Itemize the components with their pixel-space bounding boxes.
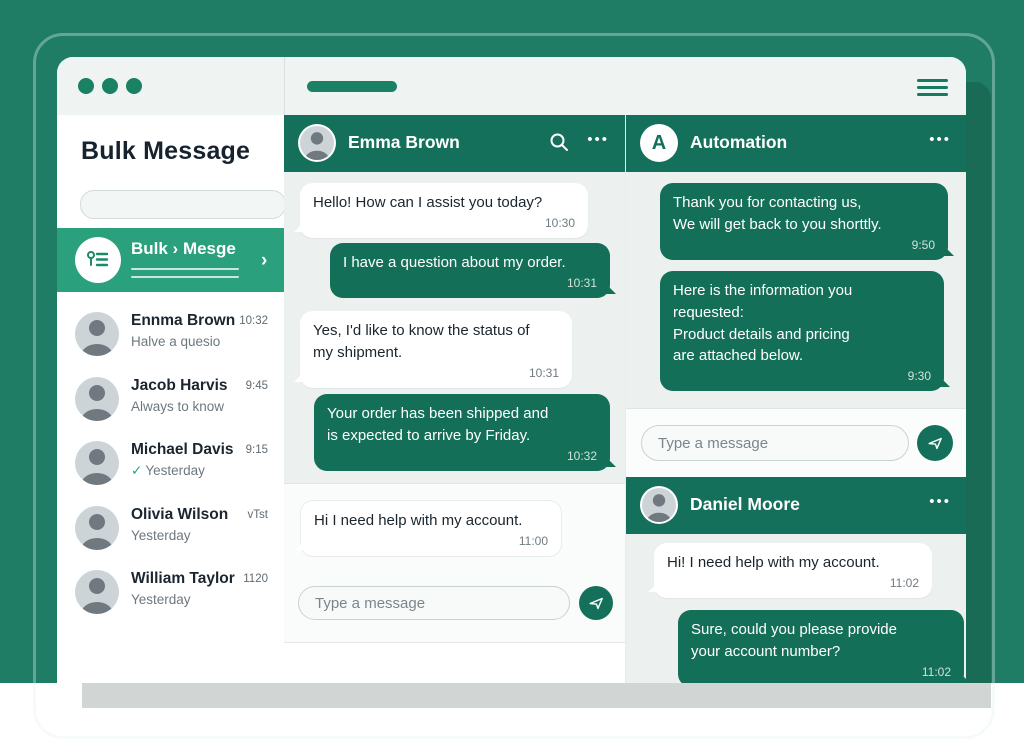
message-area-emma-extra: Hi I need help with my account. 11:00	[284, 483, 625, 643]
contact-preview: ✓Yesterday	[131, 463, 205, 479]
contact-row-jacob[interactable]: Jacob Harvis 9:45 Always to know	[57, 368, 284, 433]
message-text: Here is the information you requested: P…	[673, 282, 852, 364]
search-icon[interactable]	[549, 132, 569, 157]
hamburger-menu-icon[interactable]	[917, 79, 948, 100]
chat-menu-icon[interactable]: •••	[587, 131, 609, 148]
chat-title: Daniel Moore	[690, 494, 800, 515]
message-bubble: Thank you for contacting us, We will get…	[660, 183, 948, 260]
message-bubble: I have a question about my order. 10:31	[330, 243, 610, 298]
message-bubble: Here is the information you requested: P…	[660, 271, 944, 391]
message-bubble: Yes, I'd like to know the status of my s…	[300, 311, 572, 388]
avatar	[75, 570, 119, 614]
message-time: 10:32	[327, 448, 597, 465]
contact-row-william[interactable]: William Taylor 1120 Yesterday	[57, 561, 284, 626]
contact-time: 9:45	[246, 380, 268, 392]
message-text: Hi I need help with my account.	[314, 512, 522, 529]
right-panel: A Automation ••• Thank you for contactin…	[625, 115, 966, 683]
contact-preview: Always to know	[131, 399, 224, 414]
desktop-background: Bulk Message Bulk › Mesge ›	[0, 0, 1024, 683]
address-pill	[307, 81, 397, 92]
chat-menu-icon[interactable]: •••	[929, 493, 951, 510]
message-text: Thank you for contacting us, We will get…	[673, 194, 882, 233]
banner-underline	[131, 268, 239, 270]
message-text: Hi! I need help with my account.	[667, 554, 880, 571]
message-text: Your order has been shipped and is expec…	[327, 405, 548, 444]
bulk-banner-label: Bulk › Mesge	[131, 239, 236, 259]
sidebar: Bulk Message Bulk › Mesge ›	[57, 115, 285, 683]
browser-topbar	[57, 57, 966, 116]
message-input-emma[interactable]	[298, 586, 570, 620]
message-text: Sure, could you please provide your acco…	[691, 621, 897, 660]
chat-panel-emma: Emma Brown ••• Hello! How can I assist y…	[284, 115, 625, 683]
banner-underline	[131, 276, 239, 278]
contact-row-michael[interactable]: Michael Davis 9:15 ✓Yesterday	[57, 432, 284, 497]
message-area-daniel: Hi! I need help with my account. 11:02 Su…	[626, 534, 966, 683]
app-window: Bulk Message Bulk › Mesge ›	[57, 57, 966, 683]
bulk-key-icon	[75, 237, 121, 283]
window-dot-icon[interactable]	[78, 78, 94, 94]
message-bubble: Hi! I need help with my account. 11:02	[654, 543, 932, 598]
message-time: 9:50	[673, 237, 935, 254]
automation-avatar-letter: A	[652, 132, 666, 155]
message-text: Yes, I'd like to know the status of my s…	[313, 322, 530, 361]
chat-menu-icon[interactable]: •••	[929, 131, 951, 148]
message-time: 9:30	[673, 368, 931, 385]
contact-row-olivia[interactable]: Olivia Wilson vTst Yesterday	[57, 497, 284, 562]
contact-preview: Yesterday	[131, 592, 191, 607]
topbar-divider	[284, 57, 285, 115]
chat-header-emma: Emma Brown •••	[284, 115, 625, 172]
contact-time: 9:15	[246, 444, 268, 456]
send-button[interactable]	[579, 586, 613, 620]
avatar	[75, 312, 119, 356]
message-text: I have a question about my order.	[343, 254, 566, 271]
message-input-automation[interactable]	[641, 425, 909, 461]
message-time: 11:00	[314, 533, 548, 550]
window-dot-icon[interactable]	[126, 78, 142, 94]
message-bubble: Sure, could you please provide your acco…	[678, 610, 964, 683]
avatar	[640, 486, 678, 524]
message-area-automation: Thank you for contacting us, We will get…	[626, 172, 966, 408]
automation-avatar: A	[640, 124, 678, 162]
window-dot-icon[interactable]	[102, 78, 118, 94]
bulk-message-banner[interactable]: Bulk › Mesge ›	[57, 228, 284, 292]
contact-name: Ennma Brown	[131, 312, 235, 330]
sidebar-search-input[interactable]	[80, 190, 286, 219]
avatar	[298, 124, 336, 162]
avatar	[75, 506, 119, 550]
contact-preview-text: Yesterday	[145, 463, 205, 478]
avatar	[75, 377, 119, 421]
page-title: Bulk Message	[81, 137, 250, 166]
contact-name: William Taylor	[131, 570, 235, 588]
contact-time: 1120	[243, 573, 268, 585]
input-row-automation	[626, 408, 966, 478]
message-bubble: Your order has been shipped and is expec…	[314, 394, 610, 471]
message-time: 11:02	[667, 575, 919, 592]
chat-title: Automation	[690, 132, 787, 153]
send-button[interactable]	[917, 425, 953, 461]
message-time: 10:31	[343, 275, 597, 292]
contact-list: Ennma Brown 10:32 Halve a quesio Jacob H…	[57, 303, 284, 626]
check-icon: ✓	[131, 463, 142, 478]
message-time: 10:30	[313, 215, 575, 232]
contact-preview: Halve a quesio	[131, 334, 220, 349]
chat-title: Emma Brown	[348, 132, 460, 153]
contact-time: 10:32	[239, 315, 268, 327]
contact-name: Olivia Wilson	[131, 506, 228, 524]
chat-header-automation: A Automation •••	[626, 115, 966, 172]
chevron-right-icon[interactable]: ›	[261, 250, 267, 272]
message-bubble: Hello! How can I assist you today? 10:30	[300, 183, 588, 238]
contact-time: vTst	[248, 509, 268, 521]
contact-row-emma[interactable]: Ennma Brown 10:32 Halve a quesio	[57, 303, 284, 368]
message-time: 10:31	[313, 365, 559, 382]
message-area-emma: Hello! How can I assist you today?10:30 …	[284, 172, 625, 483]
contact-preview: Yesterday	[131, 528, 191, 543]
window-control-dots[interactable]	[78, 78, 142, 94]
chat-header-daniel: Daniel Moore •••	[626, 477, 966, 534]
avatar	[75, 441, 119, 485]
message-text: Hello! How can I assist you today?	[313, 194, 542, 211]
message-bubble: Hi I need help with my account. 11:00	[300, 500, 562, 557]
contact-name: Michael Davis	[131, 441, 234, 459]
contact-name: Jacob Harvis	[131, 377, 228, 395]
message-time: 11:02	[691, 664, 951, 681]
